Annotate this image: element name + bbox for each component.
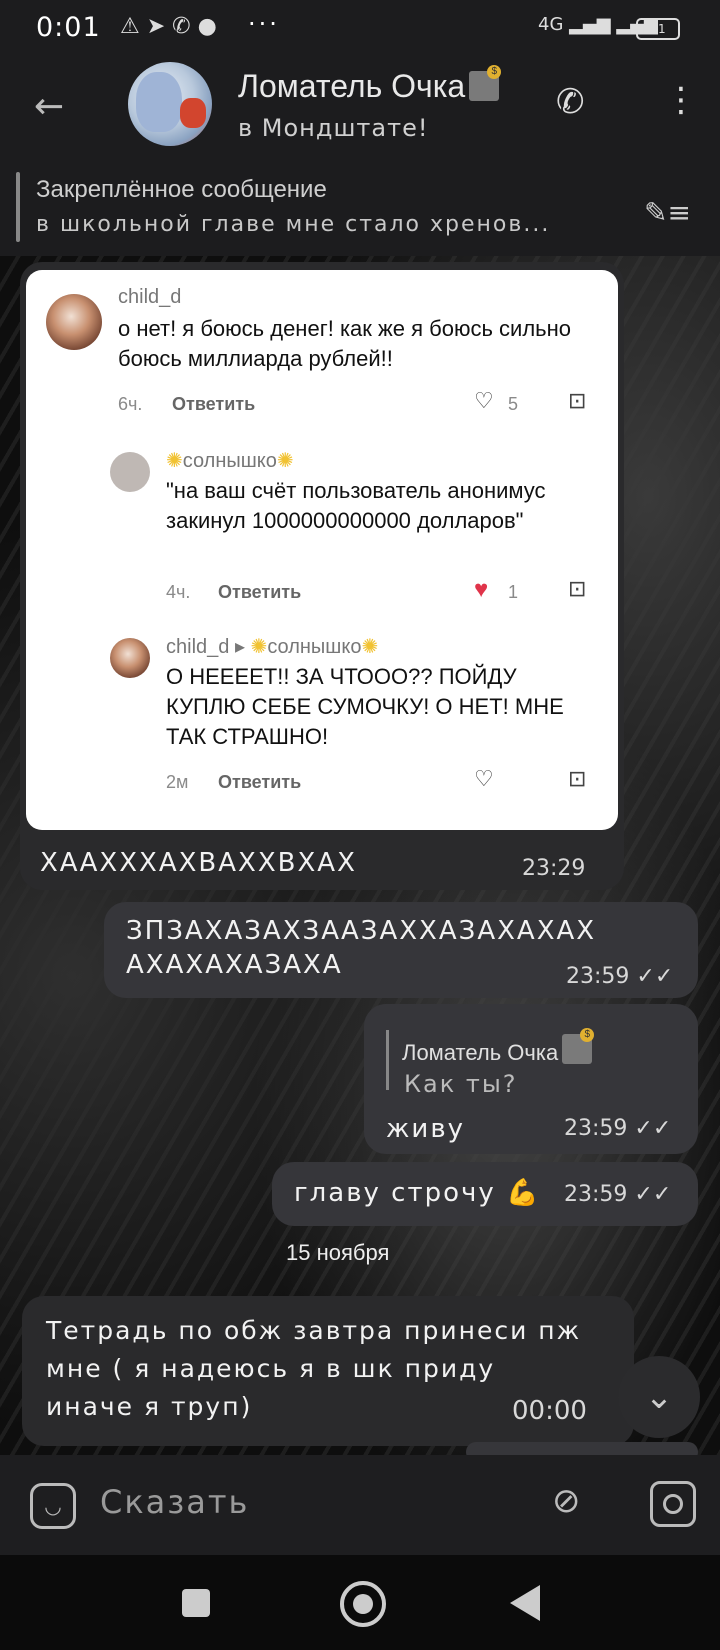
dislike-icon: ⊡ — [568, 766, 587, 791]
bank-emoji-icon — [562, 1028, 595, 1064]
comment-text: о нет! я боюсь денег! как же я боюсь сил… — [118, 316, 571, 371]
comment-avatar — [110, 638, 150, 678]
bank-emoji-icon — [469, 65, 502, 101]
more-notifications-icon: ··· — [248, 10, 280, 38]
reply-author: Ломатель Очка — [402, 1028, 595, 1066]
recents-icon[interactable] — [182, 1589, 210, 1617]
comment-username: child_d — [166, 636, 230, 658]
status-time: 0:01 — [36, 12, 101, 43]
message-time: 23:59 ✓✓ — [564, 1182, 672, 1207]
message-time: 00:00 — [512, 1396, 587, 1426]
home-icon[interactable] — [340, 1581, 386, 1627]
comment-username: солнышко — [182, 450, 277, 472]
message-text: главу строчу 💪 — [294, 1178, 541, 1208]
comment-reply: Ответить — [172, 394, 256, 414]
message-text: Тетрадь по обж завтра принеси пж мне ( я… — [46, 1316, 582, 1421]
message-text: живу — [386, 1114, 466, 1144]
pinned-text: в школьной главе мне стало хренов... — [36, 212, 551, 237]
message-bubble-outgoing[interactable]: ЗПЗАХАЗАХЗААЗАХХАЗАХАХАХ АХАХАХАЗАХА 23:… — [104, 902, 698, 998]
avatar[interactable] — [128, 62, 212, 146]
like-count: 5 — [508, 394, 519, 414]
read-checkmarks-icon: ✓✓ — [634, 1116, 672, 1141]
comment-avatar — [46, 294, 102, 350]
message-bubble-incoming[interactable]: Тетрадь по обж завтра принеси пж мне ( я… — [22, 1296, 634, 1446]
status-bar: 0:01 ⚠ ➤ ✆ ● ··· 4G ▂▄▆ ▂▄▆ 11 — [0, 0, 720, 56]
comment-avatar — [110, 452, 150, 492]
reply-bar — [386, 1030, 389, 1090]
sun-icon: ✺ — [361, 636, 379, 658]
like-count: 1 — [508, 582, 519, 602]
comment-age: 4ч. — [166, 582, 191, 602]
attach-icon[interactable]: ⊘ — [552, 1481, 581, 1521]
comment-username: child_d — [118, 286, 182, 308]
comment-text: О НЕЕЕЕТ!! ЗА ЧТООО?? ПОЙДУ КУПЛЮ СЕБЕ С… — [166, 664, 564, 749]
sun-icon: ✺ — [250, 636, 268, 658]
comment-age: 6ч. — [118, 394, 143, 414]
avatar-hair — [136, 72, 182, 132]
heart-filled-icon: ♥ — [474, 576, 489, 603]
message-time: 23:59 ✓✓ — [566, 964, 674, 989]
sun-icon: ✺ — [276, 450, 294, 472]
system-nav-bar — [0, 1555, 720, 1650]
dislike-icon: ⊡ — [568, 388, 587, 413]
camera-icon[interactable] — [650, 1481, 696, 1527]
comment-reply: Ответить — [218, 772, 302, 792]
comment-text: "на ваш счёт пользователь анонимус закин… — [166, 478, 546, 533]
back-icon[interactable] — [510, 1585, 540, 1621]
message-text: ХААХХХАХВАХХВХАХ — [40, 848, 357, 878]
screenshot-image[interactable]: child_d о нет! я боюсь денег! как же я б… — [26, 270, 618, 830]
scroll-down-button[interactable]: ⌄ — [618, 1356, 700, 1438]
chat-subtitle: в Мондштате! — [238, 114, 429, 142]
read-checkmarks-icon: ✓✓ — [636, 964, 674, 989]
message-time: 23:59 ✓✓ — [564, 1116, 672, 1141]
pin-indicator — [16, 172, 20, 242]
heart-outline-icon: ♡ — [474, 766, 494, 791]
message-input[interactable]: Сказать — [100, 1483, 249, 1521]
read-checkmarks-icon: ✓✓ — [634, 1182, 672, 1207]
notification-icons: ⚠ ➤ ✆ ● — [120, 14, 217, 39]
flexed-biceps-icon: 💪 — [506, 1178, 541, 1208]
comment-reply: Ответить — [218, 582, 302, 602]
message-bubble-outgoing[interactable]: Ломатель Очка Как ты? живу 23:59 ✓✓ — [364, 1004, 698, 1154]
comment-reply-to: солнышко — [267, 636, 362, 658]
back-arrow-icon[interactable]: ← — [34, 86, 64, 127]
message-input-bar: ◡ Сказать ⊘ — [0, 1455, 720, 1555]
pinned-title: Закреплённое сообщение — [36, 176, 327, 203]
avatar-accent — [180, 98, 206, 128]
heart-outline-icon: ♡ — [474, 388, 494, 413]
more-vert-icon[interactable]: ⋮ — [664, 80, 698, 120]
phone-icon[interactable]: ✆ — [556, 82, 585, 122]
battery-icon: 11 — [636, 18, 680, 40]
date-separator: 15 ноября — [286, 1240, 390, 1265]
message-bubble-outgoing[interactable]: главу строчу 💪 23:59 ✓✓ — [272, 1162, 698, 1226]
message-time: 23:29 — [522, 856, 586, 881]
dislike-icon: ⊡ — [568, 576, 587, 601]
sun-icon: ✺ — [166, 450, 183, 472]
pinned-message[interactable]: Закреплённое сообщение в школьной главе … — [0, 160, 720, 256]
reply-text: Как ты? — [404, 1070, 518, 1098]
comment-age: 2м — [166, 772, 189, 792]
emoji-icon[interactable]: ◡ — [30, 1483, 76, 1529]
chat-title[interactable]: Ломатель Очка — [238, 65, 502, 105]
chat-header: ← Ломатель Очка в Мондштате! ✆ ⋮ — [0, 56, 720, 160]
pin-list-icon[interactable]: ✎≡ — [644, 196, 691, 229]
